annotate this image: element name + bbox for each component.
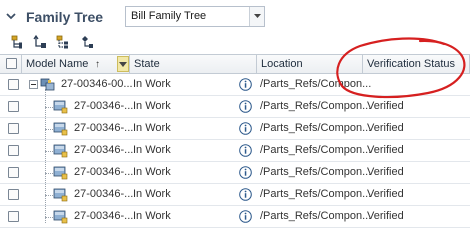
verification-status: Verified (367, 166, 404, 178)
row-checkbox[interactable] (8, 123, 19, 134)
part-icon (53, 122, 68, 136)
table-row[interactable]: 27-00346-... In Work /Parts_Refs/Compon.… (0, 206, 470, 228)
info-icon[interactable] (239, 188, 252, 201)
model-name[interactable]: 27-00346-... (74, 210, 133, 222)
state: In Work (133, 188, 171, 200)
tree-connector (45, 173, 53, 174)
verification-status: Verified (367, 122, 404, 134)
move-node-icon[interactable] (32, 34, 48, 50)
state: In Work (133, 210, 171, 222)
column-verification-status[interactable]: Verification Status (363, 55, 470, 73)
family-tree-view-select[interactable]: Bill Family Tree (125, 6, 265, 27)
part-icon (53, 188, 68, 202)
row-checkbox[interactable] (8, 79, 19, 90)
state: In Work (133, 122, 171, 134)
column-label: Model Name (26, 58, 89, 70)
row-checkbox[interactable] (8, 145, 19, 156)
toolbar (0, 32, 474, 53)
verification-status: Verified (367, 188, 404, 200)
location: /Parts_Refs/Compon... (260, 144, 372, 156)
table-row[interactable]: 27-00346-... In Work /Parts_Refs/Compon.… (0, 96, 470, 118)
row-checkbox[interactable] (8, 189, 19, 200)
tree-connector (45, 151, 53, 152)
state: In Work (133, 166, 171, 178)
list-tree-icon[interactable] (55, 34, 71, 50)
state: In Work (133, 144, 171, 156)
expand-node-icon[interactable] (78, 34, 94, 50)
table-row[interactable]: 27-00346-... In Work /Parts_Refs/Compon.… (0, 140, 470, 162)
sort-ascending-icon[interactable]: ↑ (95, 59, 100, 70)
verification-status: Verified (367, 144, 404, 156)
tree-structure-icon[interactable] (9, 34, 25, 50)
verification-status: Verified (367, 100, 404, 112)
column-label: State (134, 58, 160, 70)
tree-connector (45, 107, 53, 108)
dropdown-arrow-icon[interactable] (249, 7, 264, 26)
select-all-column (0, 55, 22, 73)
model-name[interactable]: 27-00346-... (74, 122, 133, 134)
model-name[interactable]: 27-00346-... (74, 144, 133, 156)
model-name[interactable]: 27-00346-... (74, 166, 133, 178)
row-checkbox[interactable] (8, 101, 19, 112)
tree-connector (45, 129, 53, 130)
location: /Parts_Refs/Compon... (260, 78, 372, 90)
column-menu-button[interactable] (117, 56, 129, 72)
select-all-checkbox[interactable] (6, 58, 17, 69)
info-icon[interactable] (239, 122, 252, 135)
part-icon (53, 210, 68, 224)
view-select-value: Bill Family Tree (131, 10, 207, 22)
table-row[interactable]: 27-00346-... In Work /Parts_Refs/Compon.… (0, 162, 470, 184)
part-icon (53, 100, 68, 114)
tree-connector (45, 217, 53, 218)
panel-header: Family Tree Bill Family Tree (0, 0, 474, 32)
page-title: Family Tree (26, 9, 104, 25)
info-icon[interactable] (239, 210, 252, 223)
model-name[interactable]: 27-00346-00... (61, 78, 133, 90)
column-label: Verification Status (367, 58, 456, 70)
part-icon (53, 166, 68, 180)
part-icon (53, 144, 68, 158)
row-checkbox[interactable] (8, 167, 19, 178)
column-model-name[interactable]: Model Name ↑ (22, 55, 130, 73)
table-header: Model Name ↑ State Location Verification… (0, 54, 470, 74)
row-checkbox[interactable] (8, 211, 19, 222)
column-location[interactable]: Location (257, 55, 363, 73)
info-icon[interactable] (239, 166, 252, 179)
location: /Parts_Refs/Compon... (260, 188, 372, 200)
state: In Work (133, 100, 171, 112)
column-state[interactable]: State (130, 55, 257, 73)
location: /Parts_Refs/Compon... (260, 166, 372, 178)
info-icon[interactable] (239, 100, 252, 113)
verification-status: Verified (367, 210, 404, 222)
table-row[interactable]: 27-00346-00... In Work /Parts_Refs/Compo… (0, 74, 470, 96)
info-icon[interactable] (239, 144, 252, 157)
info-icon[interactable] (239, 78, 252, 91)
state: In Work (133, 78, 171, 90)
tree-connector (45, 195, 53, 196)
table-row[interactable]: 27-00346-... In Work /Parts_Refs/Compon.… (0, 118, 470, 140)
location: /Parts_Refs/Compon... (260, 122, 372, 134)
location: /Parts_Refs/Compon... (260, 210, 372, 222)
column-label: Location (261, 58, 303, 70)
table-row[interactable]: 27-00346-... In Work /Parts_Refs/Compon.… (0, 184, 470, 206)
location: /Parts_Refs/Compon... (260, 100, 372, 112)
assembly-icon (40, 78, 55, 91)
model-name[interactable]: 27-00346-... (74, 100, 133, 112)
model-name[interactable]: 27-00346-... (74, 188, 133, 200)
collapse-node-icon[interactable] (29, 80, 38, 89)
collapse-chevron-icon[interactable] (6, 11, 16, 21)
